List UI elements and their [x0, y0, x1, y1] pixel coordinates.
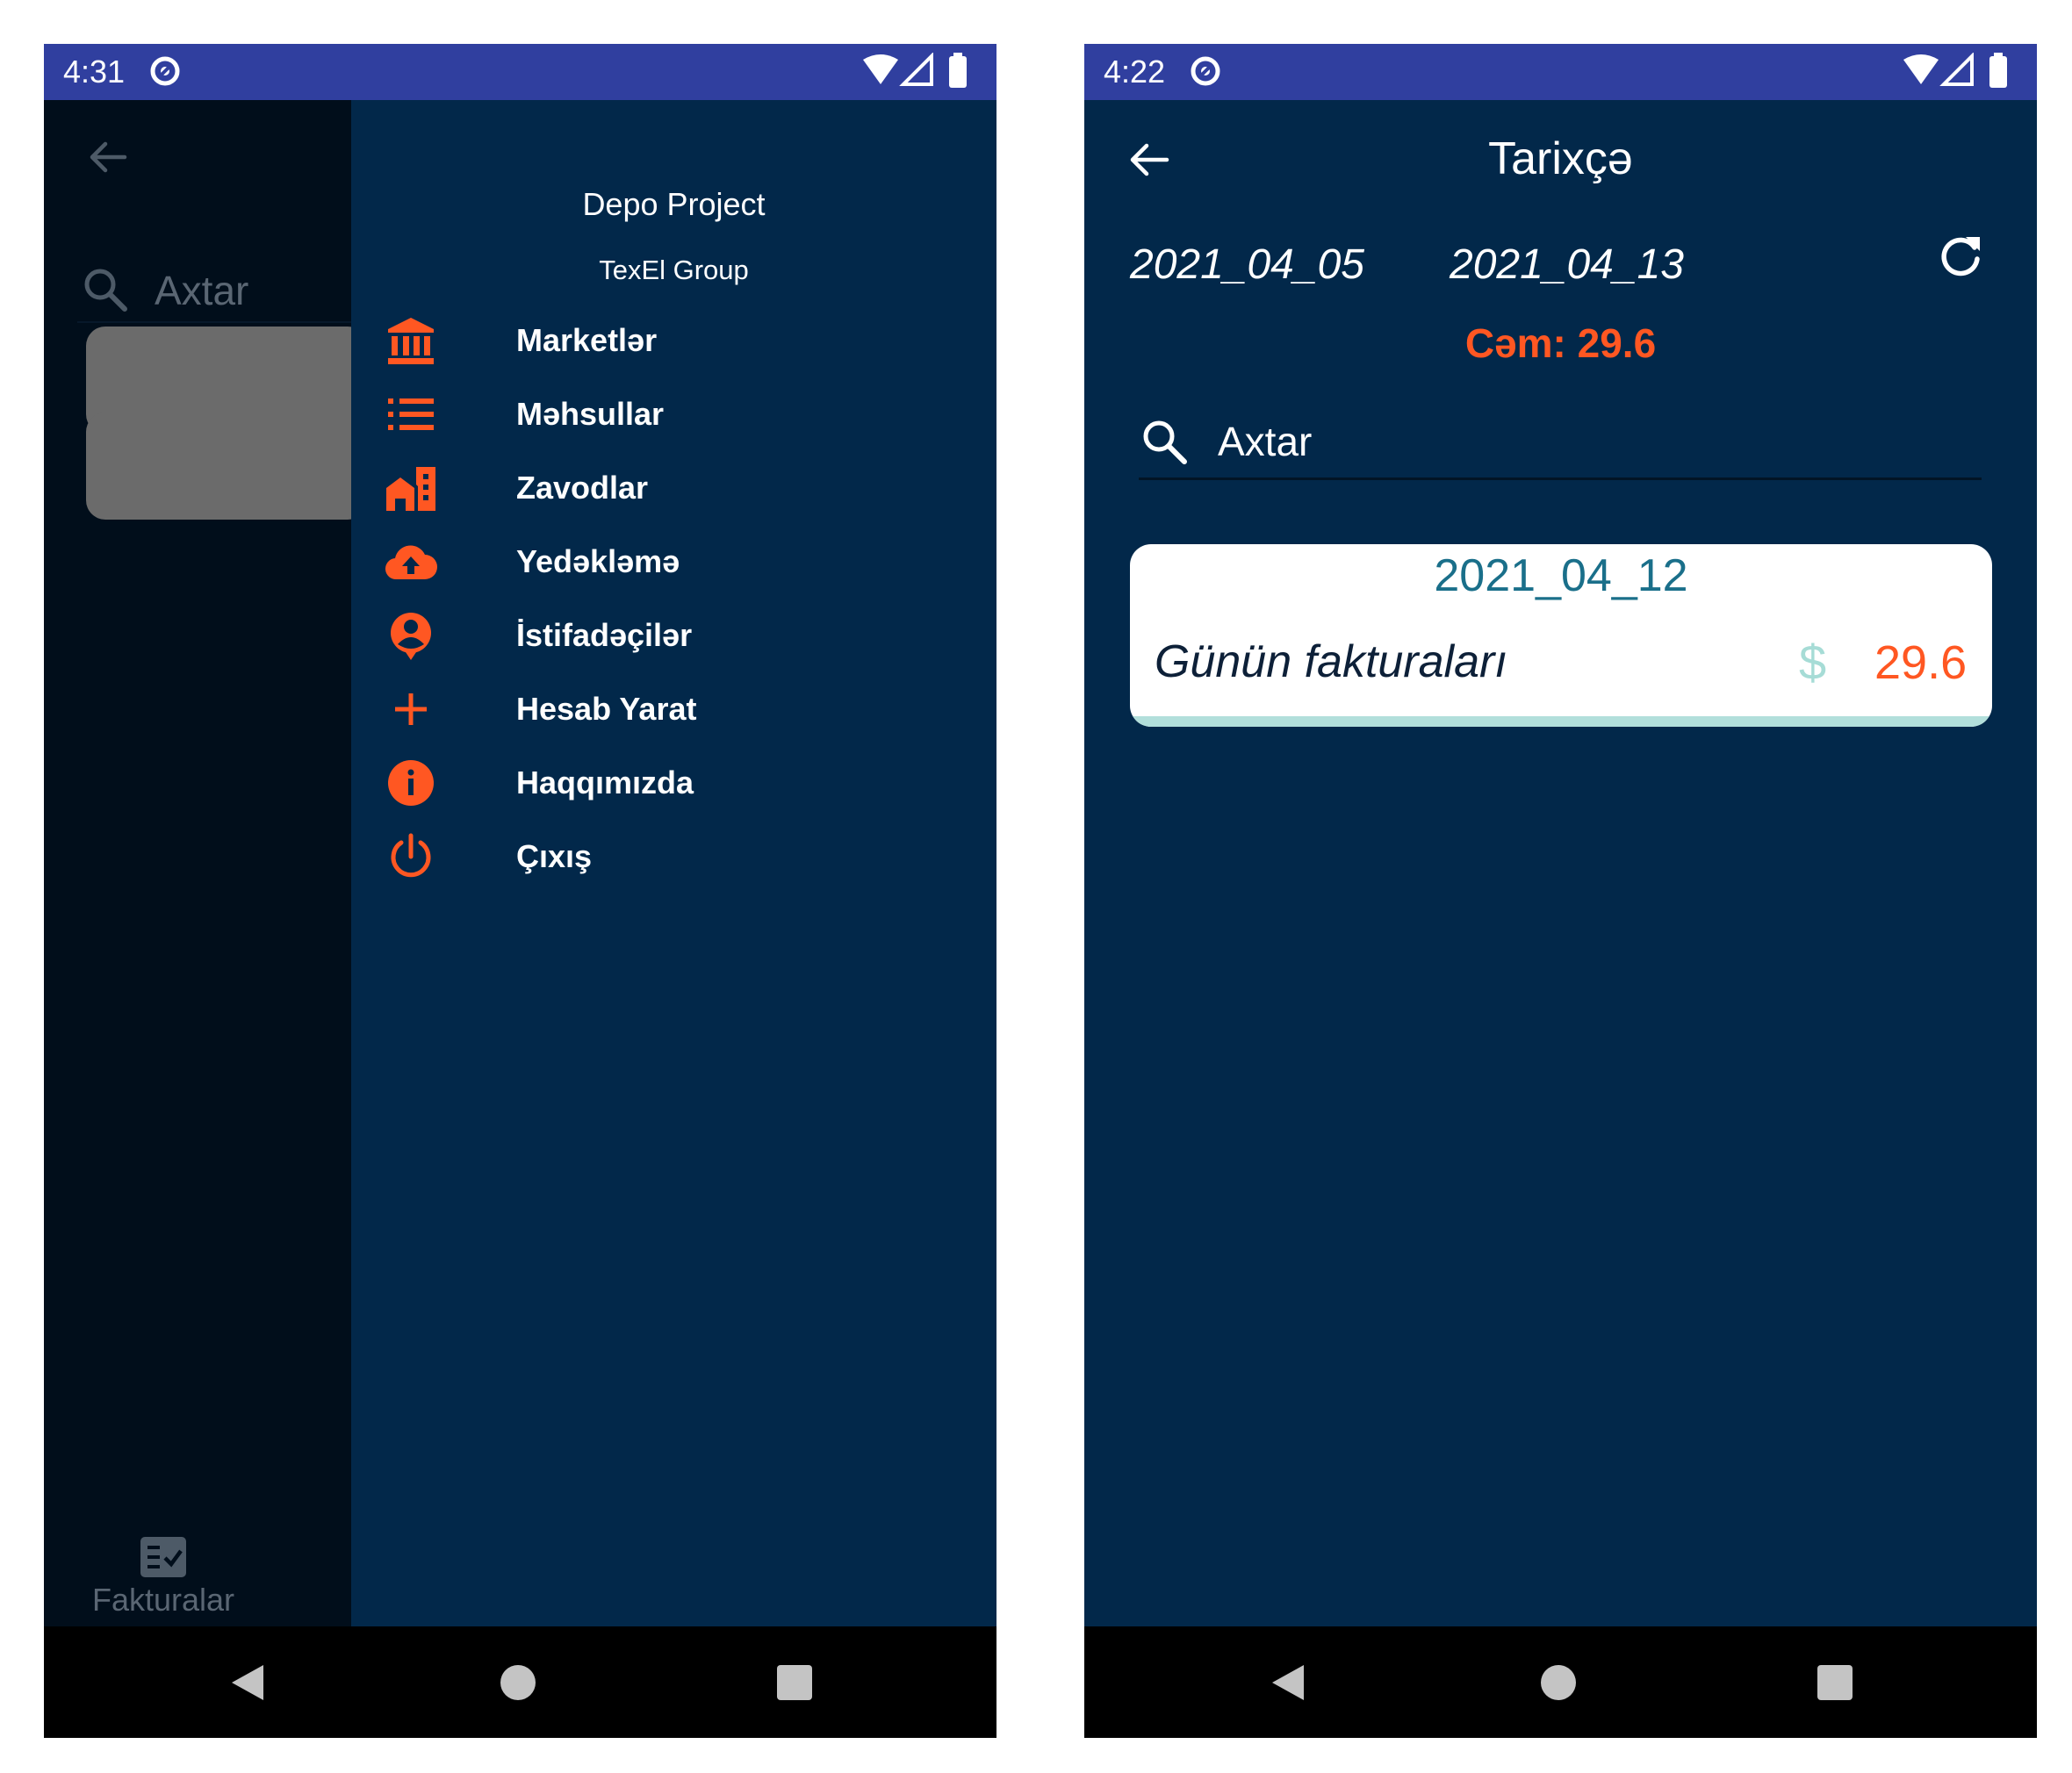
search-input[interactable]: Axtar: [1218, 418, 1312, 465]
card-accent-bar: [1130, 716, 1992, 727]
background-app-scrim[interactable]: Axtar Fakturalar: [44, 100, 367, 1626]
menu-label: Hesab Yarat: [516, 691, 697, 727]
user-pin-icon: [391, 613, 431, 660]
list-icon: [388, 398, 434, 430]
invoice-check-icon: [140, 1537, 186, 1577]
nav-home-icon[interactable]: [500, 1665, 536, 1700]
dollar-icon: $: [1799, 635, 1827, 690]
cloud-upload-icon: [385, 545, 437, 580]
page-title: Tarixçə: [1488, 133, 1633, 184]
menu-label: Marketlər: [516, 322, 658, 358]
navigation-drawer: Depo Project TexEl Group Marketlər Məhsu…: [351, 100, 996, 1626]
bank-icon: [388, 318, 434, 364]
history-screen: Tarixçə 2021_04_05 2021_04_13 Cəm: 29.6 …: [1084, 100, 2037, 1626]
card-amount: 29.6: [1874, 636, 1968, 689]
nav-recents-icon[interactable]: [777, 1665, 812, 1700]
menu-label: Zavodlar: [516, 470, 649, 506]
search-input: Axtar: [155, 268, 249, 313]
drawer-subtitle: TexEl Group: [599, 255, 749, 285]
date-from[interactable]: 2021_04_05: [1130, 240, 1364, 289]
date-to[interactable]: 2021_04_13: [1450, 240, 1684, 289]
menu-label: Yedəkləmə: [516, 543, 680, 579]
search-underline: [77, 321, 351, 323]
system-nav-bar: [44, 1626, 996, 1738]
search-icon: [1143, 420, 1187, 464]
status-time: 4:31: [63, 54, 126, 90]
phone-left: 4:31 Axtar Fakturalar Depo Project TexEl…: [44, 44, 996, 1738]
left-screen: Axtar Fakturalar Depo Project TexEl Grou…: [44, 100, 996, 1626]
notification-icon: [1191, 56, 1220, 86]
drawer-title: Depo Project: [582, 186, 766, 222]
menu-label: Haqqımızda: [516, 764, 694, 800]
menu-label: Çıxış: [516, 838, 593, 874]
search-icon: [84, 269, 127, 312]
info-icon: [388, 760, 434, 806]
back-arrow-icon: [90, 141, 127, 173]
power-icon: [391, 833, 431, 878]
sum-total: Cəm: 29.6: [1464, 320, 1657, 366]
nav-back-icon[interactable]: [1269, 1662, 1307, 1704]
menu-item-cixis[interactable]: Çıxış: [351, 808, 996, 904]
status-bar: 4:22: [1084, 44, 2037, 100]
factory-icon: [386, 467, 435, 511]
nav-recents-icon[interactable]: [1817, 1665, 1853, 1700]
status-time: 4:22: [1104, 54, 1166, 90]
card-label: Günün fakturaları: [1155, 636, 1507, 687]
tab-fakturalar: Fakturalar: [91, 1582, 235, 1618]
plus-icon: [395, 693, 427, 725]
refresh-icon[interactable]: [1936, 232, 1985, 281]
phone-right: 4:22 Tarixçə 2021_04_05 2021_04_13 Cəm: …: [1084, 44, 2037, 1738]
card-date: 2021_04_12: [1434, 550, 1688, 601]
invoice-day-card[interactable]: 2021_04_12 Günün fakturaları $ 29.6: [1130, 544, 1992, 727]
nav-back-icon[interactable]: [228, 1662, 267, 1704]
status-bar: 4:31: [44, 44, 996, 100]
status-icons: [1903, 53, 2007, 88]
menu-label: İstifadəçilər: [516, 617, 693, 653]
notification-icon: [150, 56, 180, 86]
menu-label: Məhsullar: [516, 396, 665, 432]
nav-home-icon[interactable]: [1541, 1665, 1576, 1700]
list-card: [86, 413, 367, 520]
status-icons: [863, 53, 967, 88]
system-nav-bar: [1084, 1626, 2037, 1738]
search-underline: [1139, 477, 1982, 480]
